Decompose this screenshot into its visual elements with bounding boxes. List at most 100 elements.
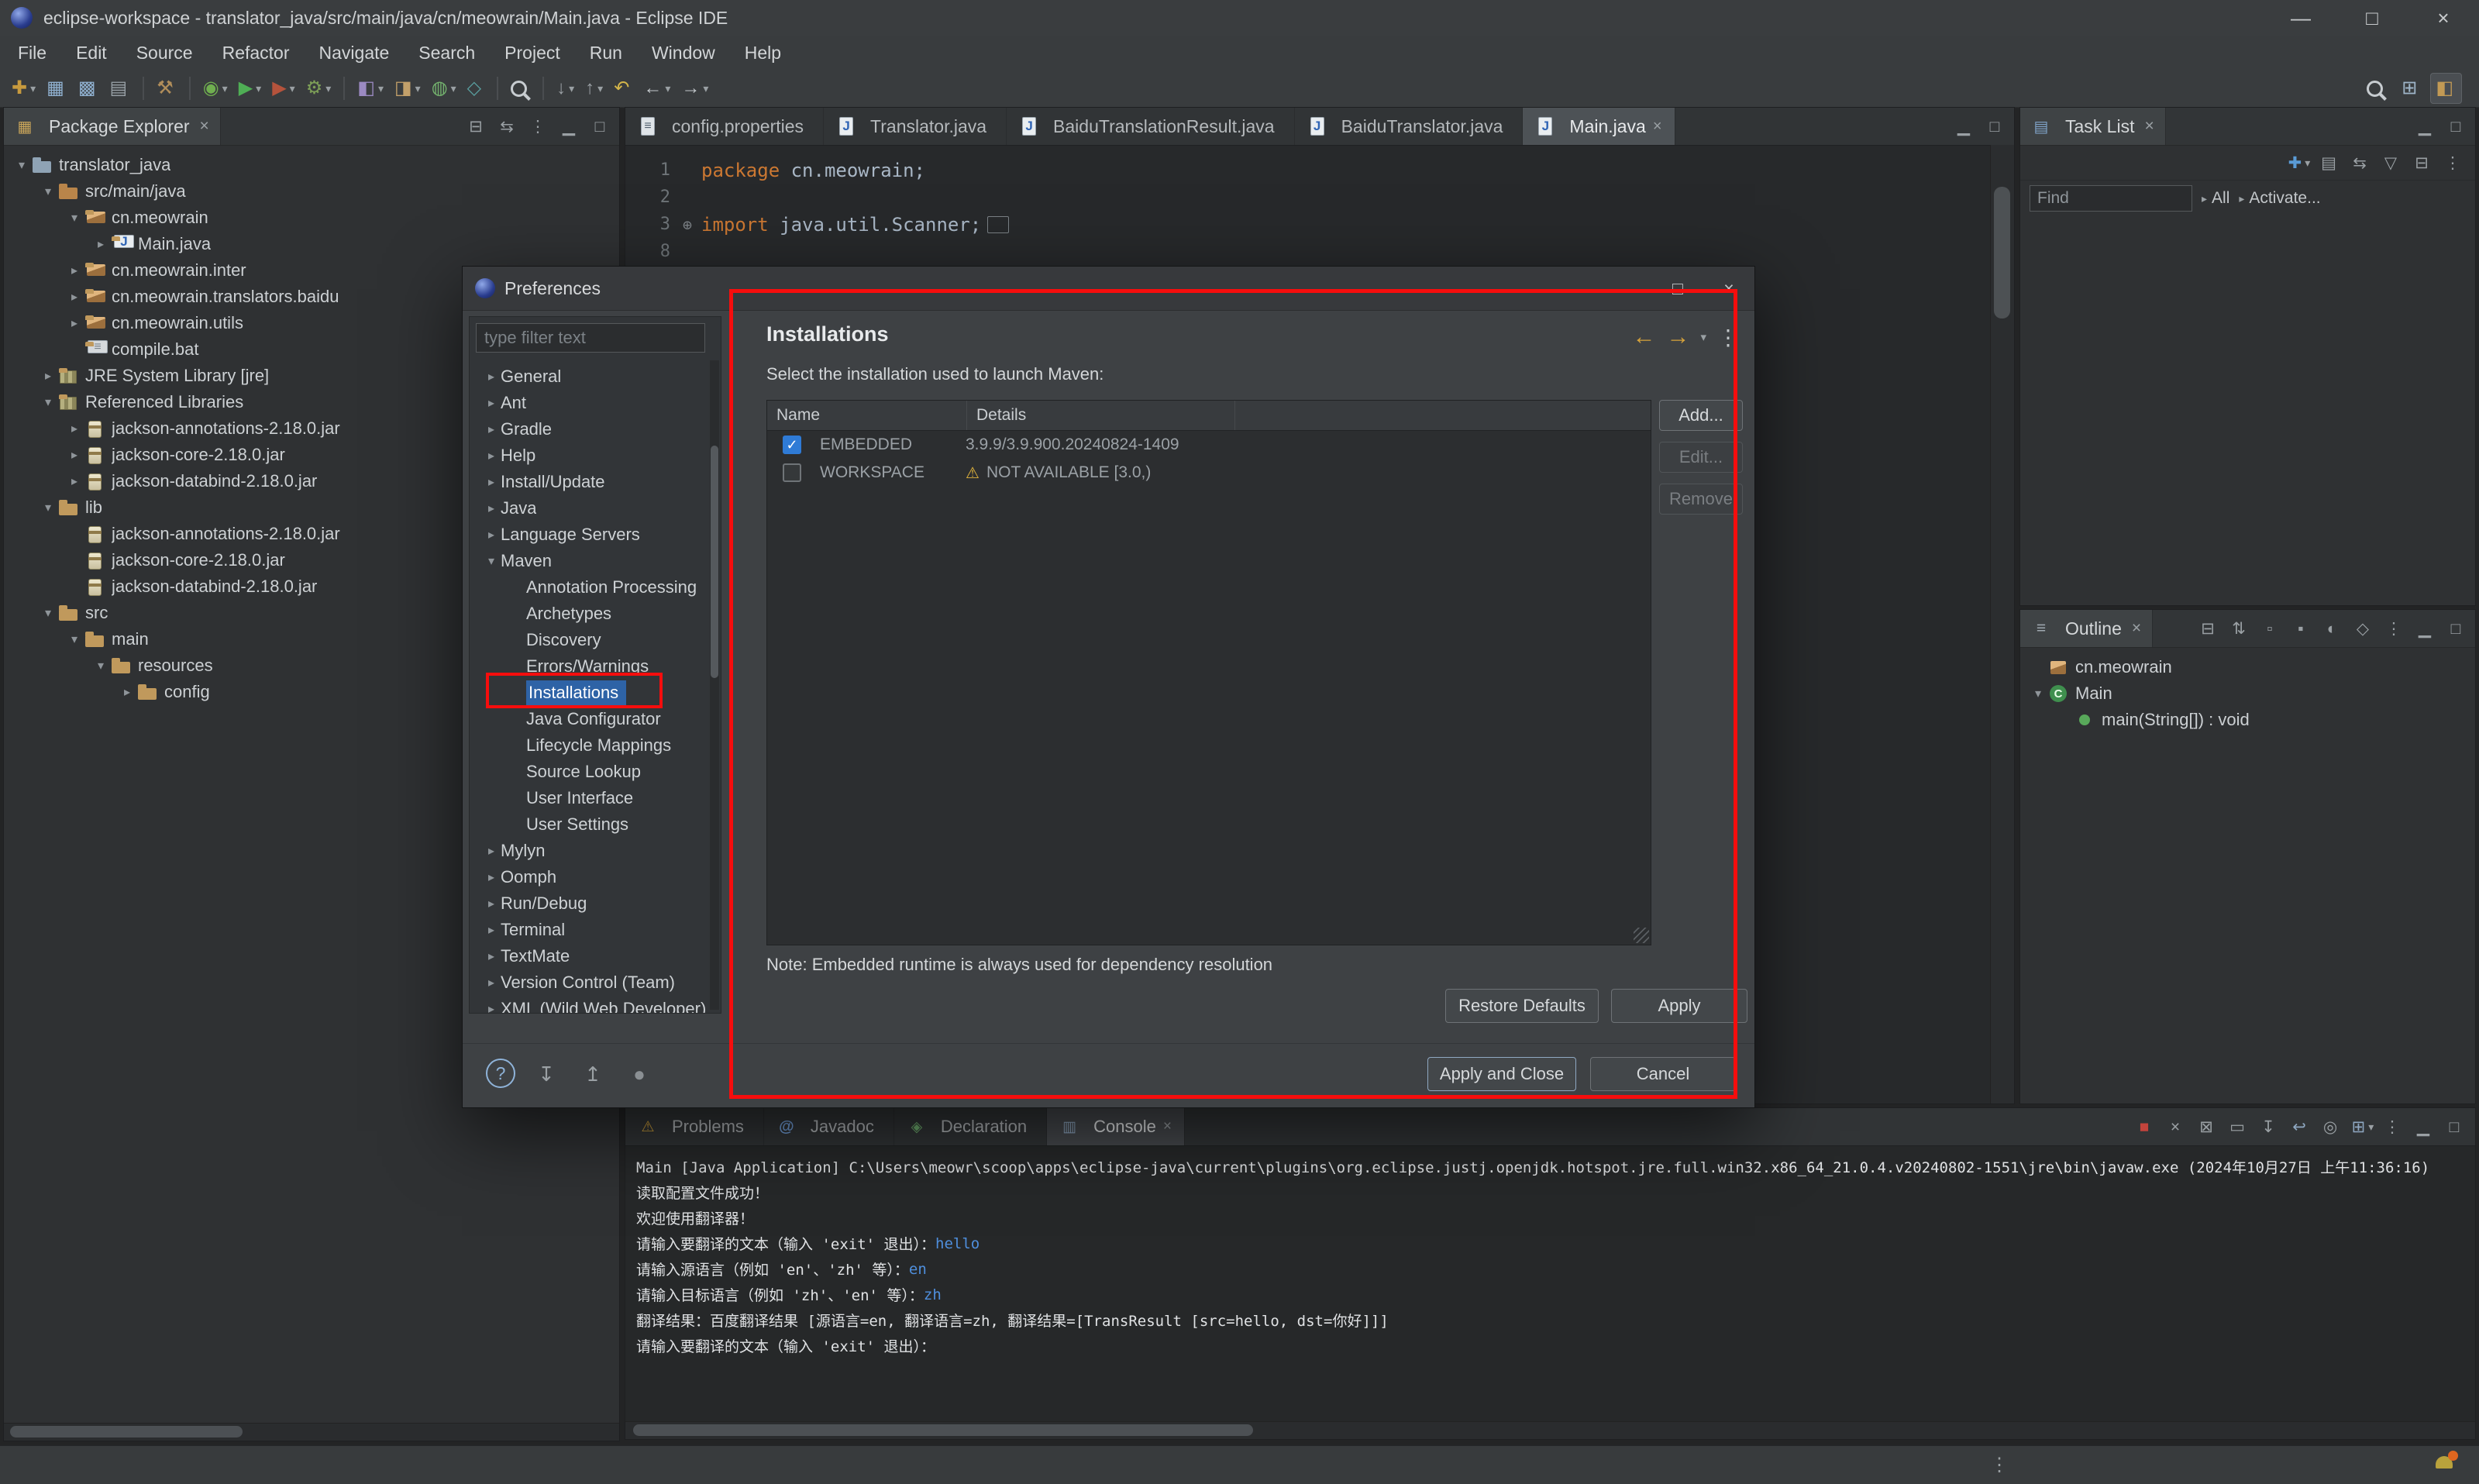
find-input[interactable]: Find bbox=[2030, 185, 2192, 212]
expand-arrow-icon[interactable]: ▸ bbox=[482, 975, 501, 990]
view-menu-button[interactable]: ⋮ bbox=[2439, 148, 2469, 177]
sort-button[interactable]: ⇅ bbox=[2224, 614, 2253, 643]
expand-arrow-icon[interactable]: ▸ bbox=[482, 869, 501, 885]
preferences-tree-item[interactable]: Annotation Processing bbox=[470, 574, 708, 601]
preferences-tree-item[interactable]: Archetypes bbox=[470, 601, 708, 627]
code-line[interactable]: 3 ⊕ import java.util.Scanner; bbox=[625, 211, 2014, 238]
close-icon[interactable]: × bbox=[200, 117, 209, 136]
table-row-embedded[interactable]: EMBEDDED 3.9.9/3.9.900.20240824-1409 bbox=[767, 431, 1651, 459]
preferences-tree-item[interactable]: ▸ Terminal bbox=[470, 917, 708, 943]
forward-arrow-icon[interactable]: → bbox=[1666, 324, 1689, 350]
collapse-all-button[interactable]: ⊟ bbox=[461, 112, 491, 141]
debug-button[interactable]: ◉▾ bbox=[198, 73, 233, 104]
tree-item[interactable]: ▾ src/main/java bbox=[4, 178, 619, 205]
view-menu-icon[interactable]: ⋮ bbox=[1717, 325, 1739, 350]
back-button[interactable]: ←▾ bbox=[638, 73, 676, 104]
help-icon[interactable]: ? bbox=[486, 1059, 515, 1088]
expand-arrow-icon[interactable]: ▾ bbox=[38, 605, 58, 621]
horizontal-scrollbar[interactable] bbox=[4, 1423, 619, 1441]
preferences-tree-item[interactable]: ▸ Run/Debug bbox=[470, 890, 708, 917]
open-console-button[interactable]: ⊞▾ bbox=[2348, 1112, 2377, 1141]
preferences-tree-item[interactable]: Errors/Warnings bbox=[470, 653, 708, 680]
next-annotation-button[interactable]: ↓▾ bbox=[551, 73, 580, 104]
column-name[interactable]: Name bbox=[767, 401, 967, 430]
close-icon[interactable]: × bbox=[1163, 1118, 1172, 1135]
categorized-button[interactable]: ▤ bbox=[2315, 148, 2345, 177]
new-class-button[interactable]: ◍▾ bbox=[426, 73, 462, 104]
tree-item[interactable]: ▾ translator_java bbox=[4, 152, 619, 178]
preferences-tree-item[interactable]: Installations bbox=[470, 680, 708, 706]
open-perspective-button[interactable]: ⊞ bbox=[2396, 73, 2426, 104]
maximize-button[interactable]: □ bbox=[1980, 112, 2009, 141]
dialog-title-bar[interactable]: Preferences □ × bbox=[463, 267, 1754, 311]
expand-arrow-icon[interactable]: ▾ bbox=[2028, 686, 2048, 701]
preferences-tree-item[interactable]: ▾ Maven bbox=[470, 548, 708, 574]
menu-window[interactable]: Window bbox=[637, 36, 730, 70]
new-junit-test-button[interactable]: ◇ bbox=[462, 73, 490, 104]
tree-item[interactable]: ▸ Main.java bbox=[4, 231, 619, 257]
new-task-button[interactable]: ✚▾ bbox=[2284, 148, 2314, 177]
new-wizard-button[interactable]: ✚▾ bbox=[6, 73, 41, 104]
preferences-tree-item[interactable]: ▸ Help bbox=[470, 442, 708, 469]
expand-arrow-icon[interactable]: ▸ bbox=[64, 289, 84, 305]
expand-arrow-icon[interactable]: ▸ bbox=[117, 684, 137, 700]
hide-static-members-button[interactable]: ▪ bbox=[2286, 614, 2315, 643]
view-menu-button[interactable]: ⋮ bbox=[2379, 1112, 2408, 1141]
expand-arrow-icon[interactable]: ▸ bbox=[482, 896, 501, 911]
remove-all-launches-button[interactable]: ⊠ bbox=[2193, 1112, 2222, 1141]
expand-arrow-icon[interactable]: ▸ bbox=[482, 474, 501, 490]
expand-arrow-icon[interactable]: ▸ bbox=[482, 422, 501, 437]
maximize-button[interactable]: □ bbox=[585, 112, 615, 141]
save-all-button[interactable]: ▩ bbox=[73, 73, 105, 104]
preferences-tree-item[interactable]: Java Configurator bbox=[470, 706, 708, 732]
code-line[interactable]: 2 bbox=[625, 184, 2014, 211]
search-button[interactable] bbox=[505, 73, 535, 104]
tab-task-list[interactable]: Task List × bbox=[2020, 108, 2166, 145]
expand-arrow-icon[interactable]: ▸ bbox=[482, 949, 501, 964]
word-wrap-button[interactable]: ↩ bbox=[2286, 1112, 2315, 1141]
checkbox-unchecked[interactable] bbox=[783, 463, 801, 482]
java-perspective-button[interactable]: ◧ bbox=[2430, 73, 2462, 104]
dropdown-arrow-icon[interactable]: ▾ bbox=[1700, 330, 1706, 344]
resize-grip[interactable] bbox=[1634, 928, 1649, 943]
expand-arrow-icon[interactable]: ▸ bbox=[482, 501, 501, 516]
expand-arrow-icon[interactable]: ▾ bbox=[12, 157, 32, 173]
dialog-maximize-button[interactable]: □ bbox=[1652, 267, 1703, 310]
remove-launch-button[interactable]: × bbox=[2162, 1112, 2192, 1141]
expand-arrow-icon[interactable]: ▸ bbox=[38, 368, 58, 384]
minimize-button[interactable]: ▁ bbox=[1949, 112, 1978, 141]
tab-console[interactable]: Console × bbox=[1047, 1108, 1185, 1145]
expand-arrow-icon[interactable]: ▾ bbox=[64, 210, 84, 226]
outline-item[interactable]: ▾ Main bbox=[2020, 680, 2475, 707]
tab-declaration[interactable]: Declaration bbox=[894, 1108, 1047, 1145]
menu-edit[interactable]: Edit bbox=[61, 36, 122, 70]
expand-arrow-icon[interactable]: ▸ bbox=[482, 843, 501, 859]
collapsed-region-icon[interactable] bbox=[987, 216, 1009, 233]
expand-arrow-icon[interactable]: ▾ bbox=[91, 658, 111, 673]
new-java-project-button[interactable]: ◧▾ bbox=[352, 73, 389, 104]
outline-item[interactable]: main(String[]) : void bbox=[2020, 707, 2475, 733]
status-overflow-icon[interactable]: ⋮ bbox=[1990, 1454, 2009, 1476]
expand-arrow-icon[interactable]: ▸ bbox=[64, 421, 84, 436]
pin-console-button[interactable]: ◎ bbox=[2317, 1112, 2346, 1141]
editor-tab-baidu-translator-java[interactable]: BaiduTranslator.java bbox=[1295, 108, 1524, 145]
preferences-tree-item[interactable]: ▸ Ant bbox=[470, 390, 708, 416]
collapse-all-button[interactable]: ⊟ bbox=[2193, 614, 2222, 643]
expand-arrow-icon[interactable]: ▸ bbox=[64, 447, 84, 463]
scrollbar-thumb[interactable] bbox=[1994, 187, 2010, 318]
import-preferences-icon[interactable]: ↧ bbox=[529, 1057, 563, 1091]
record-icon[interactable]: ● bbox=[622, 1057, 656, 1091]
horizontal-scrollbar[interactable] bbox=[625, 1421, 2475, 1439]
preferences-tree-item[interactable]: Source Lookup bbox=[470, 759, 708, 785]
tab-javadoc[interactable]: Javadoc bbox=[764, 1108, 894, 1145]
minimize-button[interactable]: ▁ bbox=[554, 112, 584, 141]
preferences-tree-item[interactable]: Discovery bbox=[470, 627, 708, 653]
scope-all-dropdown[interactable]: ▸All bbox=[2202, 189, 2229, 208]
scrollbar-thumb[interactable] bbox=[711, 446, 718, 678]
expand-arrow-icon[interactable]: ▾ bbox=[64, 632, 84, 647]
close-icon[interactable]: × bbox=[1653, 118, 1662, 136]
outline-item[interactable]: cn.meowrain bbox=[2020, 654, 2475, 680]
expand-arrow-icon[interactable]: ▸ bbox=[482, 395, 501, 411]
editor-tab-main-java[interactable]: Main.java × bbox=[1523, 108, 1675, 145]
preferences-tree-item[interactable]: ▸ Install/Update bbox=[470, 469, 708, 495]
